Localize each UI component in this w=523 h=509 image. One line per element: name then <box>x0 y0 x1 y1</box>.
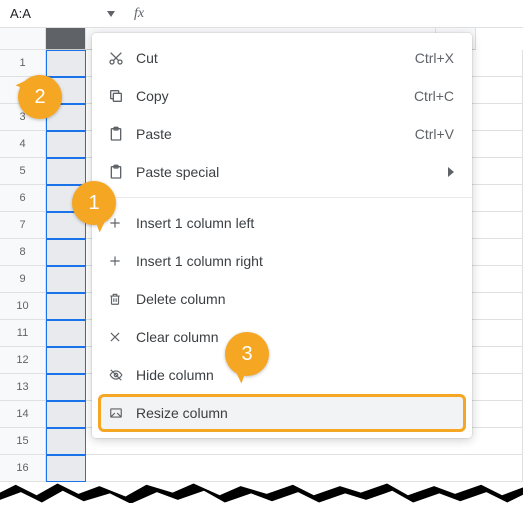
plus-icon <box>108 254 136 268</box>
menu-item-hide-column[interactable]: Hide column <box>92 356 472 394</box>
cell-selected[interactable] <box>46 158 86 185</box>
row-header[interactable]: 4 <box>0 131 46 158</box>
cell-selected[interactable] <box>46 347 86 374</box>
cell-selected[interactable] <box>46 320 86 347</box>
callout-marker-1: 1 <box>72 181 116 225</box>
callout-marker-3: 3 <box>225 332 269 376</box>
cell-selected[interactable] <box>46 239 86 266</box>
menu-label: Insert 1 column left <box>136 215 454 231</box>
trash-icon <box>108 291 136 307</box>
row-header[interactable]: 7 <box>0 212 46 239</box>
paste-icon <box>108 126 136 142</box>
cell-selected[interactable] <box>46 293 86 320</box>
menu-item-paste-special[interactable]: Paste special <box>92 153 472 191</box>
menu-label: Paste special <box>136 164 448 180</box>
menu-item-insert-left[interactable]: Insert 1 column left <box>92 204 472 242</box>
menu-label: Cut <box>136 50 415 66</box>
menu-shortcut: Ctrl+C <box>414 88 454 104</box>
row-header[interactable]: 12 <box>0 347 46 374</box>
column-header-selected[interactable] <box>46 28 86 50</box>
row-header[interactable]: 8 <box>0 239 46 266</box>
menu-label: Resize column <box>136 405 454 421</box>
menu-label: Paste <box>136 126 415 142</box>
menu-shortcut: Ctrl+X <box>415 50 454 66</box>
cell-selected[interactable] <box>46 131 86 158</box>
close-icon <box>108 330 136 344</box>
callout-number: 2 <box>34 86 45 109</box>
menu-label: Delete column <box>136 291 454 307</box>
menu-item-cut[interactable]: Cut Ctrl+X <box>92 39 472 77</box>
callout-number: 1 <box>88 192 99 215</box>
menu-item-paste[interactable]: Paste Ctrl+V <box>92 115 472 153</box>
menu-shortcut: Ctrl+V <box>415 126 454 142</box>
cell-reference-input[interactable] <box>6 4 96 24</box>
row-header[interactable]: 9 <box>0 266 46 293</box>
menu-label: Hide column <box>136 367 454 383</box>
resize-icon <box>108 406 136 420</box>
cell-selected[interactable] <box>46 50 86 77</box>
callout-number: 3 <box>241 343 252 366</box>
cell-selected[interactable] <box>46 374 86 401</box>
hide-icon <box>108 368 136 382</box>
cut-icon <box>108 50 136 66</box>
dropdown-icon[interactable] <box>102 5 120 23</box>
row-header[interactable]: 11 <box>0 320 46 347</box>
row-header[interactable]: 6 <box>0 185 46 212</box>
context-menu: Cut Ctrl+X Copy Ctrl+C Paste Ctrl+V Past… <box>92 33 472 438</box>
formula-bar: fx <box>0 0 523 28</box>
cell-selected[interactable] <box>46 455 86 482</box>
menu-label: Copy <box>136 88 414 104</box>
menu-item-delete-column[interactable]: Delete column <box>92 280 472 318</box>
menu-separator <box>92 197 472 198</box>
menu-label: Insert 1 column right <box>136 253 454 269</box>
cell-selected[interactable] <box>46 428 86 455</box>
menu-item-copy[interactable]: Copy Ctrl+C <box>92 77 472 115</box>
paste-icon <box>108 164 136 180</box>
menu-item-insert-right[interactable]: Insert 1 column right <box>92 242 472 280</box>
row-header[interactable]: 5 <box>0 158 46 185</box>
row-header[interactable]: 15 <box>0 428 46 455</box>
menu-item-resize-column[interactable]: Resize column <box>98 394 466 432</box>
row-header[interactable]: 13 <box>0 374 46 401</box>
submenu-arrow-icon <box>448 167 454 177</box>
cell-selected[interactable] <box>46 401 86 428</box>
corner-cell[interactable] <box>0 28 46 50</box>
menu-label: Clear column <box>136 329 454 345</box>
row-header[interactable]: 14 <box>0 401 46 428</box>
copy-icon <box>108 88 136 104</box>
menu-item-clear-column[interactable]: Clear column <box>92 318 472 356</box>
row-header[interactable]: 16 <box>0 455 46 482</box>
row-header[interactable]: 10 <box>0 293 46 320</box>
cell[interactable] <box>86 455 523 482</box>
cell-selected[interactable] <box>46 266 86 293</box>
callout-marker-2: 2 <box>18 75 62 119</box>
fx-label: fx <box>134 6 144 22</box>
